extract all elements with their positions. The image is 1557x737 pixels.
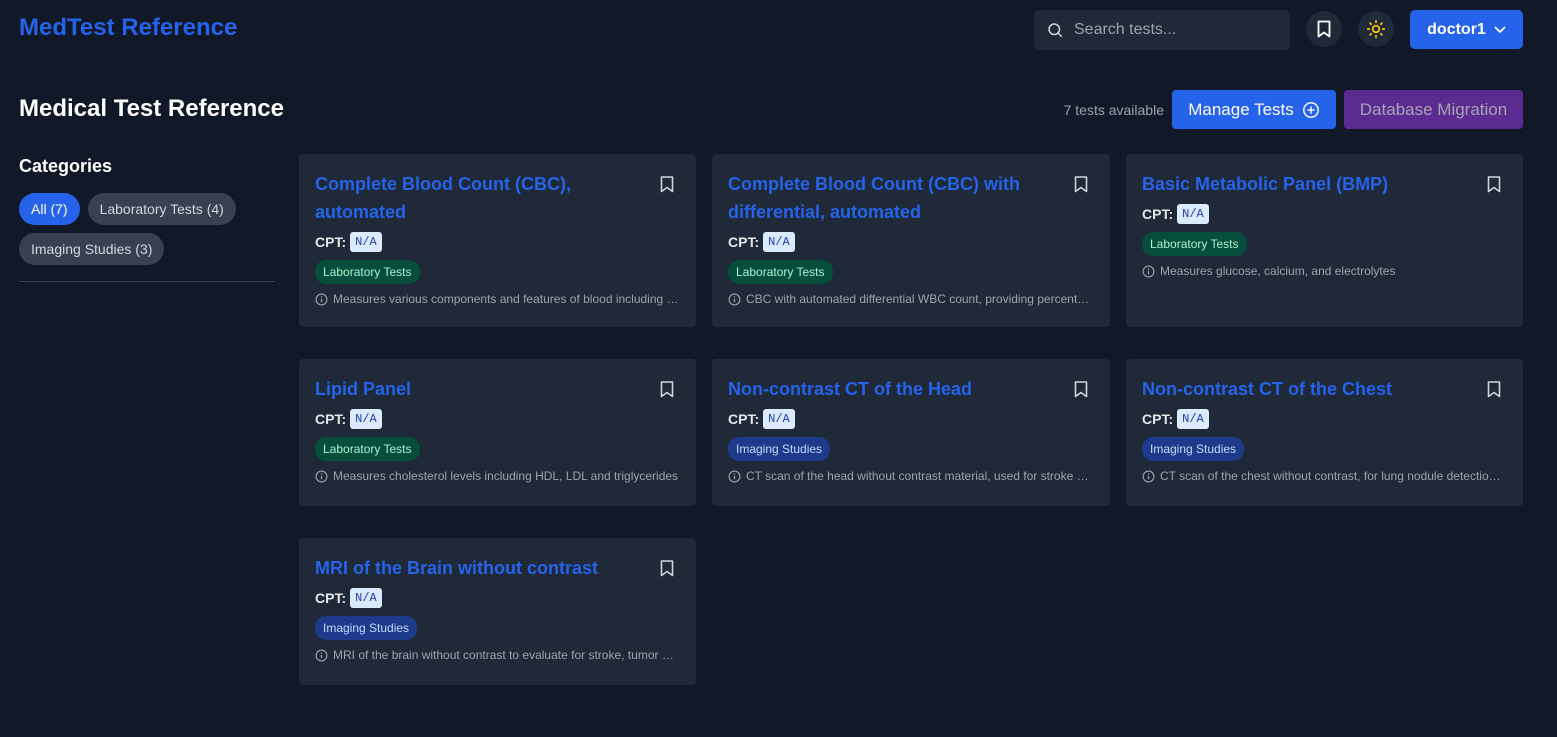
- test-description-text: Measures various components and features…: [333, 292, 680, 306]
- chevron-down-icon: [1494, 26, 1506, 33]
- cpt-row: CPT: N/A: [1142, 204, 1507, 224]
- test-description: Measures various components and features…: [315, 292, 680, 306]
- cpt-row: CPT: N/A: [728, 409, 1094, 429]
- test-description: CT scan of the chest without contrast, f…: [1142, 469, 1507, 483]
- bookmark-icon: [1317, 20, 1331, 38]
- search-icon: [1048, 23, 1063, 38]
- cpt-code: N/A: [350, 588, 382, 608]
- theme-toggle-button[interactable]: [1358, 11, 1394, 47]
- info-icon: [728, 293, 741, 305]
- category-badge: Laboratory Tests: [1142, 232, 1247, 256]
- bookmark-icon[interactable]: [660, 381, 674, 398]
- cpt-label: CPT:: [728, 411, 760, 427]
- cpt-code: N/A: [1177, 409, 1209, 429]
- cpt-row: CPT: N/A: [315, 588, 680, 608]
- plus-circle-icon: [1302, 101, 1319, 118]
- category-badge: Laboratory Tests: [728, 260, 833, 284]
- test-description-text: CBC with automated differential WBC coun…: [746, 292, 1094, 306]
- cpt-code: N/A: [350, 409, 382, 429]
- database-migration-label: Database Migration: [1359, 99, 1508, 119]
- info-icon: [315, 470, 328, 482]
- info-icon: [315, 293, 328, 305]
- category-badge: Imaging Studies: [1142, 437, 1245, 461]
- cpt-code: N/A: [350, 232, 382, 252]
- cpt-label: CPT:: [1142, 206, 1174, 222]
- test-card[interactable]: MRI of the Brain without contrast CPT: N…: [299, 538, 696, 685]
- test-title[interactable]: Non-contrast CT of the Head: [728, 375, 1048, 403]
- test-title[interactable]: Non-contrast CT of the Chest: [1142, 375, 1462, 403]
- category-badge: Imaging Studies: [728, 437, 831, 461]
- test-description-text: CT scan of the head without contrast mat…: [746, 469, 1094, 483]
- info-icon: [728, 470, 741, 482]
- info-icon: [1142, 470, 1155, 482]
- bookmark-icon[interactable]: [660, 176, 674, 193]
- cpt-label: CPT:: [315, 234, 347, 250]
- sun-icon: [1366, 19, 1386, 39]
- app-logo[interactable]: MedTest Reference: [19, 14, 237, 42]
- bookmark-icon[interactable]: [1487, 381, 1501, 398]
- test-description: CT scan of the head without contrast mat…: [728, 469, 1094, 483]
- cpt-label: CPT:: [1142, 411, 1174, 427]
- cpt-code: N/A: [1177, 204, 1209, 224]
- test-title[interactable]: MRI of the Brain without contrast: [315, 554, 635, 582]
- bookmarks-button[interactable]: [1306, 11, 1342, 47]
- cpt-row: CPT: N/A: [1142, 409, 1507, 429]
- bookmark-icon[interactable]: [1487, 176, 1501, 193]
- category-chip-laboratory[interactable]: Laboratory Tests (4): [87, 193, 236, 225]
- test-card[interactable]: Basic Metabolic Panel (BMP) CPT: N/A Lab…: [1126, 154, 1523, 327]
- page-title: Medical Test Reference: [19, 95, 284, 122]
- test-description: Measures cholesterol levels including HD…: [315, 469, 680, 483]
- category-chip-all[interactable]: All (7): [19, 193, 80, 225]
- cpt-label: CPT:: [728, 234, 760, 250]
- test-description-text: MRI of the brain without contrast to eva…: [333, 648, 680, 662]
- bookmark-icon[interactable]: [1074, 381, 1088, 398]
- category-chip-imaging[interactable]: Imaging Studies (3): [19, 233, 165, 265]
- bookmark-icon[interactable]: [1074, 176, 1088, 193]
- test-title[interactable]: Basic Metabolic Panel (BMP): [1142, 170, 1462, 198]
- info-icon: [315, 649, 328, 661]
- category-badge: Laboratory Tests: [315, 260, 420, 284]
- test-card[interactable]: Complete Blood Count (CBC) with differen…: [712, 154, 1110, 327]
- test-card[interactable]: Complete Blood Count (CBC), automated CP…: [299, 154, 696, 327]
- category-badge: Laboratory Tests: [315, 437, 420, 461]
- cpt-code: N/A: [763, 409, 795, 429]
- cpt-label: CPT:: [315, 411, 347, 427]
- bookmark-icon[interactable]: [660, 560, 674, 577]
- test-description: CBC with automated differential WBC coun…: [728, 292, 1094, 306]
- categories-title: Categories: [19, 156, 113, 176]
- cpt-label: CPT:: [315, 590, 347, 606]
- test-description-text: CT scan of the chest without contrast, f…: [1160, 469, 1507, 483]
- search-input[interactable]: [1074, 21, 1274, 39]
- test-description-text: Measures glucose, calcium, and electroly…: [1160, 264, 1396, 278]
- test-description-text: Measures cholesterol levels including HD…: [333, 469, 679, 483]
- test-card[interactable]: Non-contrast CT of the Chest CPT: N/A Im…: [1126, 359, 1523, 506]
- manage-tests-label: Manage Tests: [1188, 99, 1294, 119]
- manage-tests-button[interactable]: Manage Tests: [1172, 90, 1336, 129]
- categories-sidebar: Categories All (7) Laboratory Tests (4) …: [19, 156, 275, 282]
- test-title[interactable]: Complete Blood Count (CBC), automated: [315, 170, 635, 226]
- test-card[interactable]: Lipid Panel CPT: N/A Laboratory Tests Me…: [299, 359, 696, 506]
- test-description: Measures glucose, calcium, and electroly…: [1142, 264, 1507, 278]
- database-migration-button[interactable]: Database Migration: [1344, 90, 1523, 129]
- test-description: MRI of the brain without contrast to eva…: [315, 648, 680, 662]
- top-navbar: MedTest Reference doctor1: [0, 0, 1557, 62]
- category-badge: Imaging Studies: [315, 616, 418, 640]
- cpt-code: N/A: [763, 232, 795, 252]
- category-filter-list: All (7) Laboratory Tests (4) Imaging Stu…: [19, 193, 275, 282]
- user-name: doctor1: [1427, 20, 1486, 38]
- test-title[interactable]: Lipid Panel: [315, 375, 635, 403]
- info-icon: [1142, 265, 1155, 277]
- cpt-row: CPT: N/A: [315, 409, 680, 429]
- test-card[interactable]: Non-contrast CT of the Head CPT: N/A Ima…: [712, 359, 1110, 506]
- user-menu-button[interactable]: doctor1: [1410, 10, 1523, 49]
- search-box[interactable]: [1034, 10, 1290, 50]
- test-title[interactable]: Complete Blood Count (CBC) with differen…: [728, 170, 1048, 226]
- cpt-row: CPT: N/A: [728, 232, 1094, 252]
- cpt-row: CPT: N/A: [315, 232, 680, 252]
- tests-count: 7 tests available: [1063, 102, 1164, 118]
